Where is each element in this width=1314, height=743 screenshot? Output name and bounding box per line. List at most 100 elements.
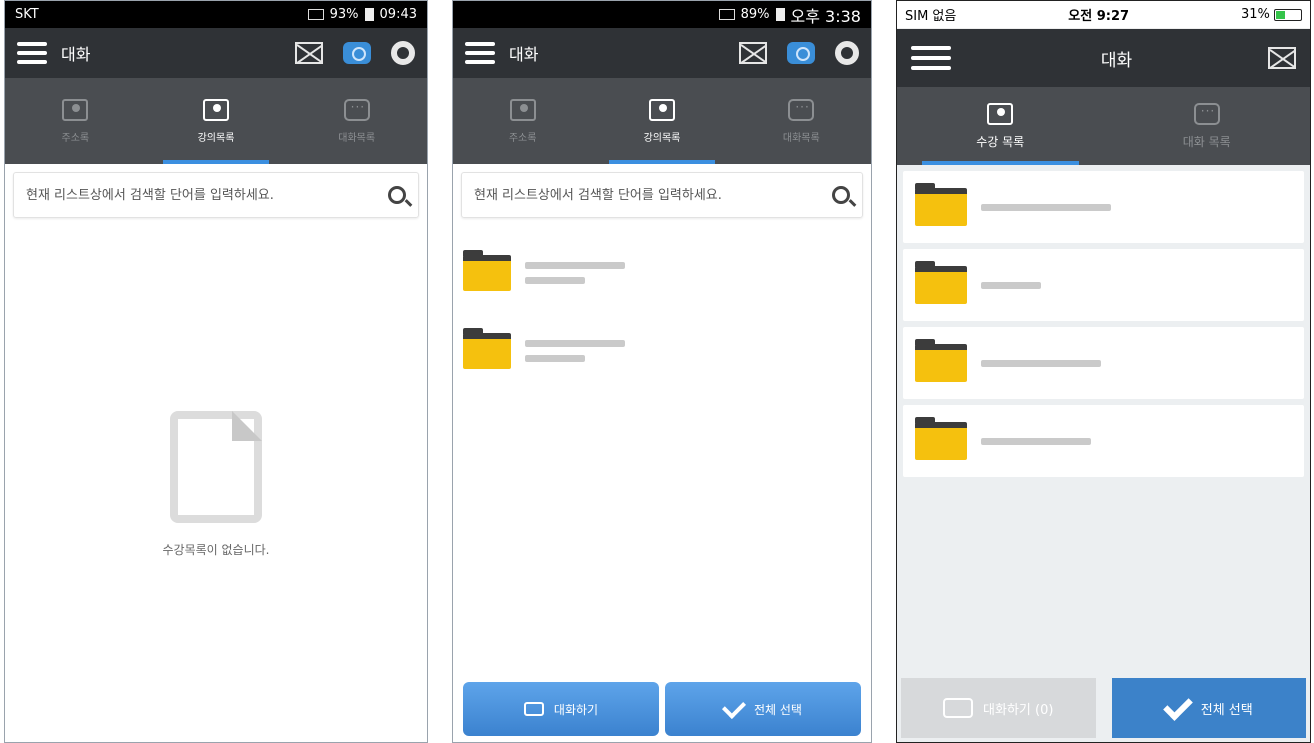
tab-bar: 주소록 강의목록 대화목록	[453, 78, 871, 164]
list-item[interactable]	[463, 234, 861, 312]
folder-list	[897, 165, 1310, 687]
tab-lectures[interactable]: 강의목록	[146, 78, 287, 164]
tab-label: 대화목록	[782, 132, 820, 144]
chat-icon[interactable]	[787, 42, 815, 64]
tab-lectures[interactable]: 강의목록	[592, 78, 731, 164]
phone-screen-empty: SKT 93% 09:43 대화 주소록 강의목록 대화목록	[4, 0, 428, 743]
select-all-label: 전체 선택	[1200, 702, 1253, 718]
signal-icon	[307, 9, 324, 20]
status-bar: 89% 오후 3:38	[453, 1, 871, 28]
tab-bar: 주소록 강의목록 대화목록	[5, 78, 427, 164]
chat-bubble-icon	[343, 98, 370, 121]
gear-icon[interactable]	[835, 41, 859, 65]
chat-bubble-icon	[943, 698, 974, 718]
folder-icon	[463, 328, 511, 369]
tab-contacts[interactable]: 주소록	[453, 78, 592, 164]
list-item[interactable]	[463, 312, 861, 390]
list-item[interactable]	[903, 171, 1304, 243]
tab-label: 대화 목록	[1182, 134, 1231, 149]
phone-screen-ios: SIM 없음 오전 9:27 31% 대화 수강 목록 대화 목록	[896, 0, 1311, 743]
chat-button-label: 대화하기	[553, 702, 599, 717]
list-item[interactable]	[903, 405, 1304, 477]
chat-button[interactable]: 대화하기 (0)	[901, 678, 1096, 738]
tab-label: 수강 목록	[976, 134, 1025, 149]
signal-icon	[718, 9, 735, 20]
search-input[interactable]	[474, 187, 832, 203]
clock: 오후 3:38	[790, 6, 861, 26]
redacted-text	[981, 203, 1111, 211]
gear-icon[interactable]	[391, 41, 415, 65]
lecture-list-icon	[987, 102, 1014, 125]
tab-label: 강의목록	[197, 132, 235, 144]
folder-icon	[915, 417, 967, 460]
chat-button-label: 대화하기 (0)	[983, 702, 1054, 718]
menu-icon[interactable]	[17, 42, 47, 64]
redacted-text	[525, 340, 625, 362]
app-bar: 대화	[5, 28, 427, 78]
tab-lectures[interactable]: 수강 목록	[897, 87, 1104, 165]
tab-label: 대화목록	[338, 132, 376, 144]
contacts-icon	[62, 98, 89, 121]
mail-icon[interactable]	[739, 42, 767, 64]
search-bar	[13, 172, 419, 218]
check-icon	[1162, 691, 1193, 721]
lecture-list-icon	[648, 98, 675, 121]
status-bar: SKT 93% 09:43	[5, 1, 427, 28]
document-icon	[170, 411, 262, 523]
search-input[interactable]	[26, 187, 388, 203]
folder-icon	[915, 261, 967, 304]
battery-icon	[1274, 8, 1302, 21]
tab-conversations[interactable]: 대화목록	[732, 78, 871, 164]
folder-icon	[463, 250, 511, 291]
tab-contacts[interactable]: 주소록	[5, 78, 146, 164]
folder-icon	[915, 183, 967, 226]
tab-conversations[interactable]: 대화목록	[286, 78, 427, 164]
select-all-button[interactable]: 전체 선택	[1111, 678, 1306, 738]
select-all-button[interactable]: 전체 선택	[665, 682, 861, 736]
chat-button[interactable]: 대화하기	[463, 682, 659, 736]
chat-icon[interactable]	[343, 42, 371, 64]
clock: 09:43	[379, 7, 417, 22]
carrier-label: SKT	[15, 7, 39, 22]
app-bar: 대화	[453, 28, 871, 78]
tab-conversations[interactable]: 대화 목록	[1104, 87, 1311, 165]
chat-bubble-icon	[1193, 102, 1220, 125]
list-item[interactable]	[903, 249, 1304, 321]
contacts-icon	[509, 98, 536, 121]
redacted-text	[981, 281, 1041, 289]
search-icon[interactable]	[388, 186, 406, 204]
phone-screen-list: 89% 오후 3:38 대화 주소록 강의목록 대화목록	[452, 0, 872, 743]
redacted-text	[981, 359, 1101, 367]
mail-icon[interactable]	[1268, 47, 1296, 69]
battery-icon	[775, 8, 785, 21]
page-title: 대화	[1100, 50, 1133, 71]
folder-list	[453, 226, 871, 398]
search-bar	[461, 172, 863, 218]
action-bar: 대화하기 전체 선택	[463, 682, 861, 736]
battery-level: 93%	[329, 7, 359, 22]
clock: 오전 9:27	[1068, 9, 1130, 24]
chat-bubble-icon	[788, 98, 815, 121]
check-icon	[721, 694, 747, 720]
carrier-label: SIM 없음	[905, 9, 957, 24]
empty-state: 수강목록이 없습니다.	[5, 411, 427, 558]
tab-bar: 수강 목록 대화 목록	[897, 87, 1310, 165]
select-all-label: 전체 선택	[754, 702, 802, 717]
tab-label: 주소록	[508, 132, 537, 144]
menu-icon[interactable]	[465, 42, 495, 64]
mail-icon[interactable]	[295, 42, 323, 64]
tab-label: 강의목록	[643, 132, 681, 144]
tab-label: 주소록	[61, 132, 90, 144]
battery-icon	[364, 8, 374, 21]
menu-icon[interactable]	[911, 46, 951, 70]
chat-bubble-icon	[523, 702, 544, 716]
empty-message: 수강목록이 없습니다.	[162, 543, 270, 557]
action-bar: 대화하기 (0) 전체 선택	[897, 678, 1310, 742]
redacted-text	[525, 262, 625, 284]
list-item[interactable]	[903, 327, 1304, 399]
lecture-list-icon	[203, 98, 229, 121]
battery-level: 89%	[740, 7, 770, 22]
search-icon[interactable]	[832, 186, 850, 204]
status-bar: SIM 없음 오전 9:27 31%	[897, 1, 1310, 29]
app-bar: 대화	[897, 29, 1310, 87]
